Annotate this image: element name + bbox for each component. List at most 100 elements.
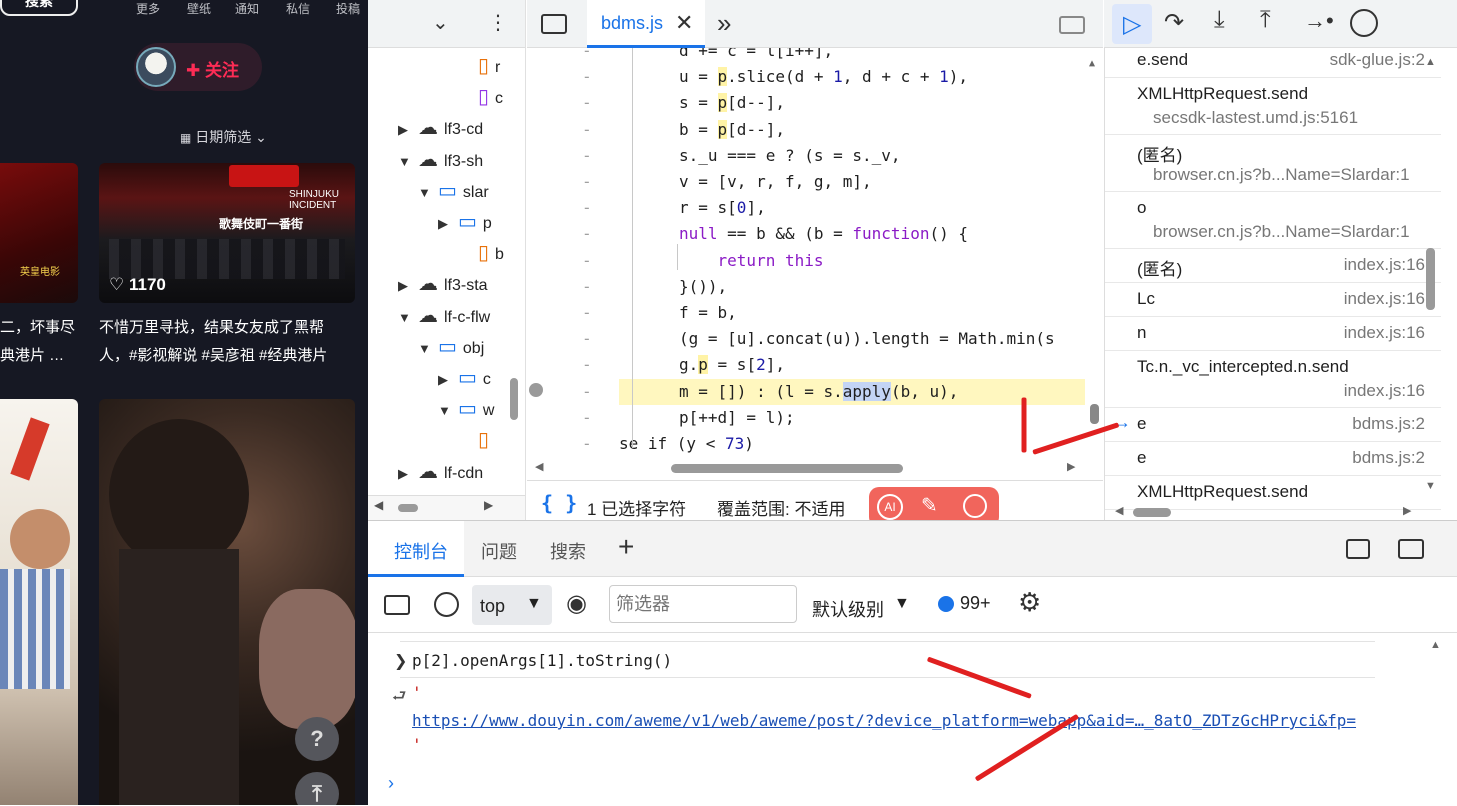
console-filter-input[interactable] (609, 585, 797, 623)
expanded-arrow-icon[interactable]: ▼ (418, 336, 432, 362)
expanded-arrow-icon[interactable]: ▼ (398, 149, 412, 175)
tree-item[interactable]: ▼ ▭ slar (418, 178, 489, 204)
scroll-up-icon[interactable]: ▲ (1430, 639, 1441, 651)
tree-item[interactable]: ▶ ▭ c (438, 365, 491, 391)
follow-button[interactable]: ✚ 关注 (134, 43, 262, 91)
line-gutter[interactable]: - (582, 48, 592, 64)
line-gutter[interactable]: - (582, 143, 592, 169)
video-caption-right-2[interactable]: 人，#影视解说 #吴彦祖 #经典港片 (99, 342, 355, 370)
nav-wallpaper[interactable]: 壁纸 (187, 0, 211, 17)
tree-item[interactable]: ▶ ▭ p (438, 209, 492, 235)
step-icon[interactable]: →• (1304, 8, 1334, 34)
line-gutter[interactable]: - (582, 169, 592, 195)
nav-messages[interactable]: 私信 (286, 0, 310, 17)
context-select[interactable]: top ▼ (472, 585, 552, 625)
step-into-icon[interactable]: ⤓ (1214, 6, 1225, 34)
call-frame[interactable]: o browser.cn.js?b...Name=Slardar:1 (1105, 192, 1441, 249)
tree-item[interactable]: ▶ ☁ lf-cdn (398, 459, 483, 485)
scroll-up-icon[interactable]: ▲ (1089, 58, 1095, 69)
video-thumbnail[interactable]: SHINJUKU INCIDENT 歌舞伎町一番街 ♡ 1170 (99, 163, 355, 303)
log-level-select[interactable]: 默认级别 ▼ (812, 585, 916, 625)
call-frame[interactable]: n index.js:16 (1105, 317, 1441, 351)
collapsed-arrow-icon[interactable]: ▶ (438, 211, 452, 237)
tree-item[interactable]: ▯ r (458, 53, 500, 79)
tab-bdms-js[interactable]: bdms.js ✕ (587, 0, 705, 48)
console-prompt-icon[interactable]: › (388, 773, 394, 794)
collapsed-arrow-icon[interactable]: ▶ (398, 117, 412, 143)
search-icon[interactable] (963, 494, 987, 518)
line-gutter[interactable]: - (582, 274, 592, 300)
line-gutter[interactable]: - (582, 431, 592, 457)
tree-item[interactable]: ▼ ▭ obj (418, 334, 484, 360)
line-gutter[interactable]: - (582, 300, 592, 326)
callstack-hscroll[interactable]: ◀ ▶ (1105, 502, 1441, 520)
clear-console-icon[interactable] (434, 592, 459, 617)
collapsed-arrow-icon[interactable]: ▶ (398, 273, 412, 299)
line-gutter[interactable]: - (582, 195, 592, 221)
call-frame[interactable]: → e bdms.js:2 (1105, 408, 1441, 442)
video-caption-right[interactable]: 不惜万里寻找，结果女友成了黑帮 (99, 314, 355, 342)
tree-scrollbar[interactable] (510, 378, 518, 420)
toggle-navigator-icon[interactable] (541, 14, 567, 34)
tab-search[interactable]: 搜索 (550, 538, 586, 564)
help-icon[interactable]: ? (295, 717, 339, 761)
console-output[interactable]: ❯ p[2].openArgs[1].toString() ⮐ ' https:… (368, 633, 1457, 806)
ai-icon[interactable]: AI (877, 494, 903, 520)
add-tab-icon[interactable]: + (618, 531, 634, 563)
close-icon[interactable]: ✕ (675, 10, 693, 36)
chevron-down-icon[interactable]: ⌄ (432, 10, 449, 35)
nav-notify[interactable]: 通知 (235, 0, 259, 17)
tree-hscroll[interactable]: ◀ ▶ (368, 495, 525, 520)
call-frame[interactable]: e.send sdk-glue.js:2 (1105, 48, 1441, 78)
tree-item[interactable]: ▼ ☁ lf3-sh (398, 147, 483, 173)
dock-icon[interactable] (1346, 539, 1370, 559)
call-frame[interactable]: Lc index.js:16 (1105, 283, 1441, 317)
tree-item[interactable]: ▯ b (458, 240, 504, 266)
collapsed-arrow-icon[interactable]: ▶ (398, 461, 412, 487)
expanded-arrow-icon[interactable]: ▼ (398, 305, 412, 331)
call-frame[interactable]: (匿名) index.js:16 (1105, 249, 1441, 283)
line-gutter[interactable]: - (582, 117, 592, 143)
tree-item[interactable]: ▼ ☁ lf-c-flw (398, 303, 490, 329)
video-caption-left[interactable]: 二，坏事尽 (0, 314, 75, 342)
scroll-up-icon[interactable]: ▲ (1425, 56, 1436, 68)
code-editor[interactable]: - d += c = l[i++], - u = p.slice(d + 1, d +… (527, 48, 1103, 460)
issues-counter[interactable]: 99+ (938, 593, 1008, 617)
more-tabs-icon[interactable]: » (717, 8, 731, 39)
search-button[interactable]: 搜索 (0, 0, 78, 16)
tree-item[interactable]: ▼ ▭ w (438, 396, 494, 422)
sidebar-toggle-icon[interactable] (384, 595, 410, 615)
callstack-scrollbar[interactable] (1426, 248, 1435, 310)
editor-hscroll[interactable]: ◀ ▶ (527, 460, 1103, 476)
toggle-debugger-icon[interactable] (1059, 16, 1085, 34)
tree-item[interactable]: ▯ (458, 427, 495, 453)
editor-scrollbar[interactable] (1090, 404, 1099, 424)
call-frame[interactable]: (匿名) browser.cn.js?b...Name=Slardar:1 (1105, 135, 1441, 192)
line-gutter[interactable]: - (582, 352, 592, 378)
call-frame[interactable]: Tc.n._vc_intercepted.n.send index.js:16 (1105, 351, 1441, 408)
pretty-print-icon[interactable]: { } (541, 491, 577, 515)
tree-item[interactable]: ▯ c (458, 84, 503, 110)
breakpoint-marker[interactable] (529, 383, 543, 397)
line-gutter[interactable]: - (582, 64, 592, 90)
close-drawer-icon[interactable] (1398, 539, 1424, 559)
collapsed-arrow-icon[interactable]: ▶ (438, 367, 452, 393)
magic-wand-icon[interactable]: ✎ (921, 493, 938, 518)
video-caption-left-2[interactable]: 典港片 … (0, 342, 64, 370)
nav-upload[interactable]: 投稿 (336, 0, 360, 17)
line-gutter[interactable]: - (582, 248, 592, 274)
line-gutter[interactable]: - (582, 326, 592, 352)
call-frame[interactable]: XMLHttpRequest.send secsdk-lastest.umd.js… (1105, 78, 1441, 135)
tree-item[interactable]: ▶ ☁ lf3-sta (398, 271, 488, 297)
resume-button[interactable]: ▷ (1112, 4, 1152, 44)
tree-item[interactable]: ▶ ☁ lf3-cd (398, 115, 483, 141)
date-filter[interactable]: ▦ 日期筛选 ⌄ (180, 127, 267, 147)
video-thumbnail[interactable]: 英皇电影 (0, 163, 78, 303)
call-frame[interactable]: e bdms.js:2 (1105, 442, 1441, 476)
scroll-down-icon[interactable]: ▼ (1425, 480, 1436, 492)
expanded-arrow-icon[interactable]: ▼ (438, 398, 452, 424)
eye-icon[interactable]: ◉ (566, 589, 587, 618)
settings-gear-icon[interactable]: ⚙ (1018, 587, 1041, 618)
line-gutter[interactable]: - (582, 379, 592, 405)
tab-issues[interactable]: 问题 (481, 538, 517, 564)
